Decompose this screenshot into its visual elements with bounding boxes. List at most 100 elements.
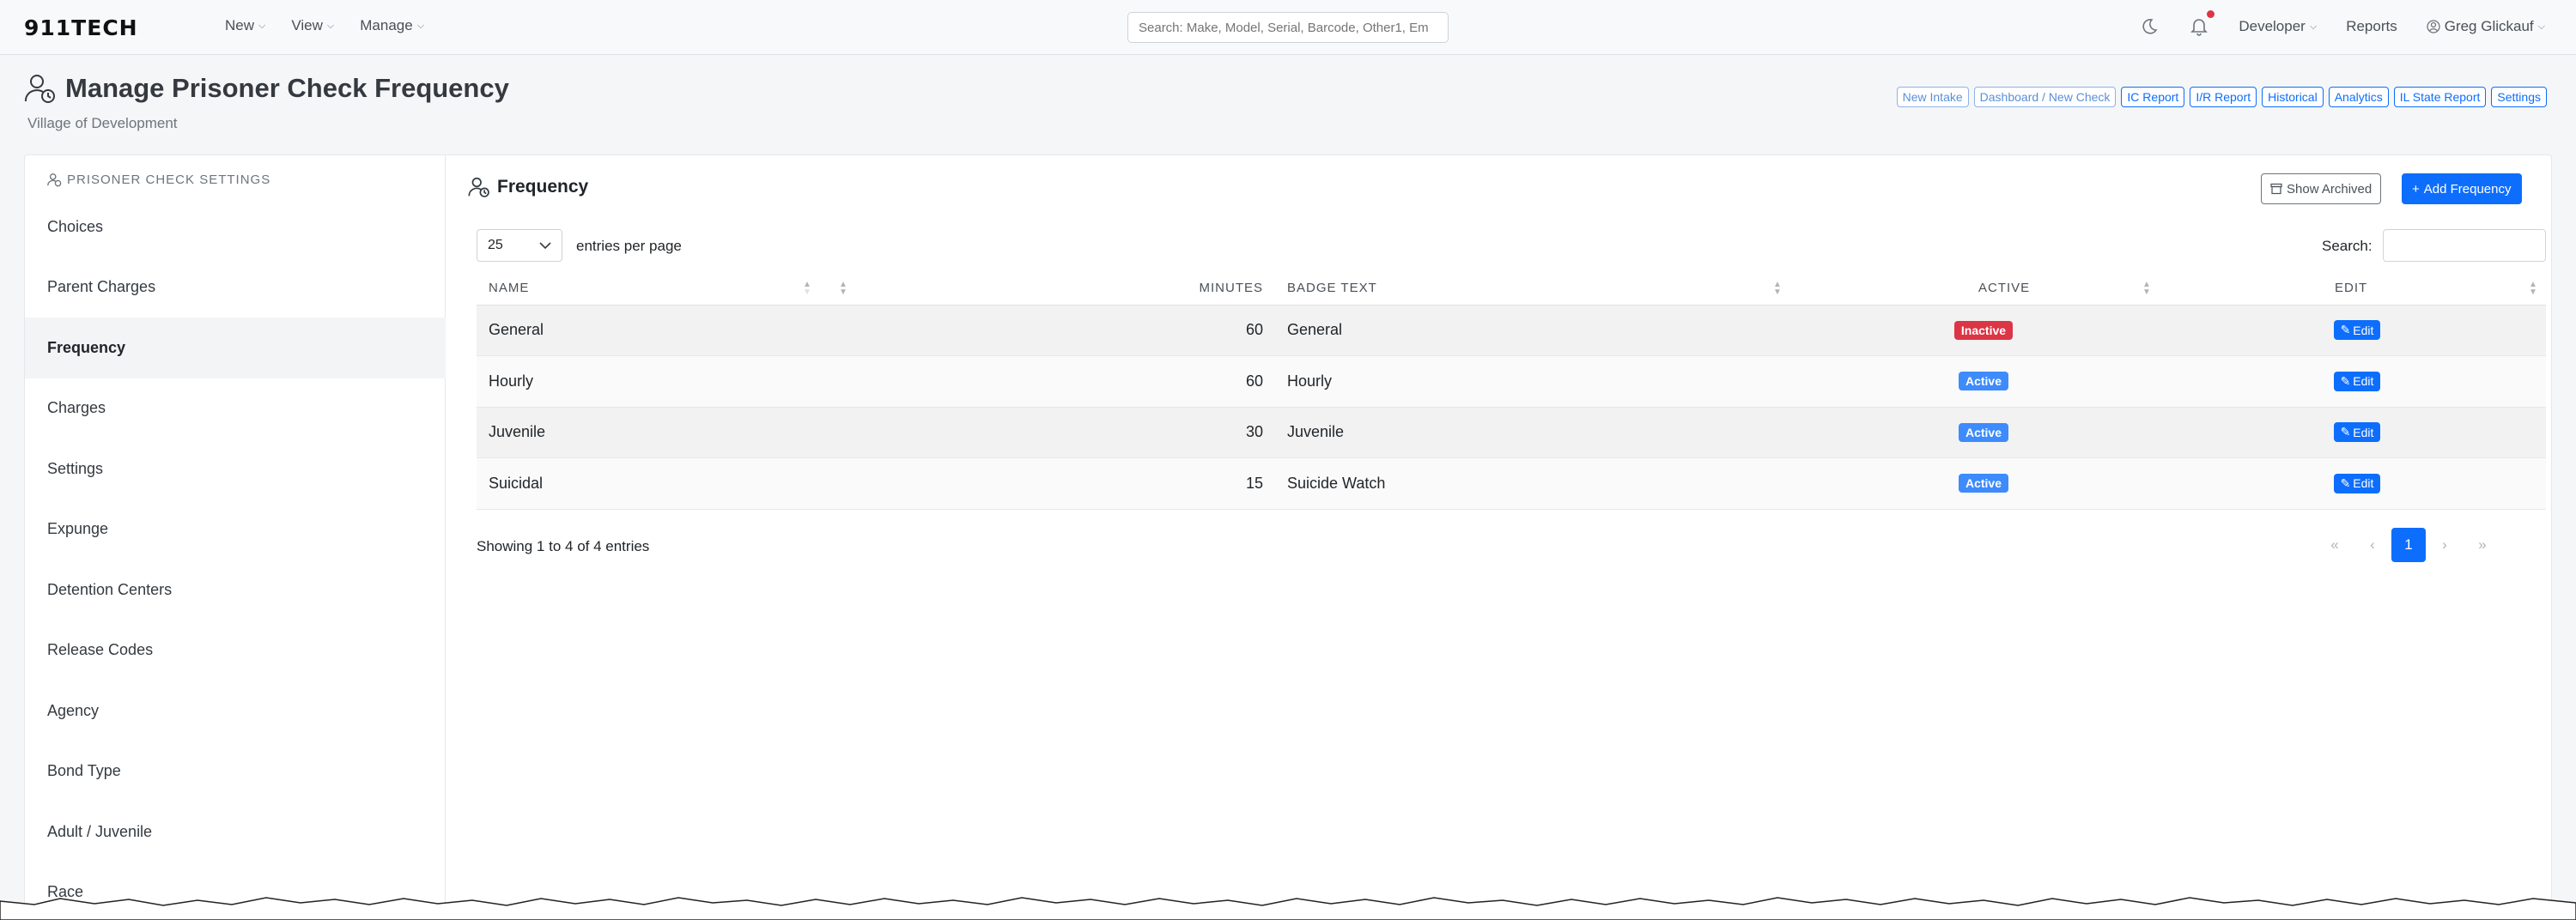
- sidebar-item-frequency[interactable]: Frequency: [25, 318, 446, 378]
- user-name: Greg Glickauf: [2444, 18, 2534, 34]
- edit-button[interactable]: ✎ Edit: [2333, 473, 2381, 493]
- notification-dot: [2207, 10, 2215, 18]
- cell-badge-text: General: [1275, 305, 1799, 356]
- sidebar-item-detention-centers[interactable]: Detention Centers: [25, 560, 446, 620]
- nav-new-label: New: [225, 17, 255, 33]
- il-state-report-link[interactable]: IL State Report: [2393, 87, 2487, 107]
- page-length-value: 25: [488, 238, 503, 252]
- column-header-edit[interactable]: Edit ▲ ▼: [2168, 272, 2546, 306]
- table-search-input[interactable]: [2383, 229, 2546, 262]
- dashboard-link[interactable]: Dashboard / New Check: [1973, 87, 2117, 107]
- add-frequency-button[interactable]: + Add Frequency: [2402, 173, 2522, 204]
- cell-badge-text: Suicide Watch: [1275, 457, 1799, 510]
- table-row: Juvenile 30 Juvenile Active ✎ Edit: [477, 407, 2546, 458]
- sidebar-item-release-codes[interactable]: Release Codes: [25, 620, 446, 681]
- main-panel: Frequency Show Archived + Add Frequency …: [446, 155, 2553, 920]
- top-navbar: 911TECH New⌵ View⌵ Manage⌵ Developer⌵ Re…: [0, 0, 2576, 55]
- show-archived-label: Show Archived: [2287, 181, 2372, 197]
- sort-icon: ▲ ▼: [2529, 280, 2538, 297]
- sidebar-item-adult-juvenile[interactable]: Adult / Juvenile: [25, 802, 446, 862]
- sidebar-item-parent-charges[interactable]: Parent Charges: [25, 257, 446, 318]
- user-clock-icon: [468, 177, 489, 197]
- archive-icon: [2270, 183, 2282, 195]
- settings-sidebar: Prisoner Check Settings Choices Parent C…: [25, 155, 446, 920]
- table-row: General 60 General Inactive ✎ Edit: [477, 305, 2546, 356]
- section-title: Frequency: [468, 176, 588, 198]
- cell-name: General: [477, 305, 846, 356]
- sidebar-heading: Prisoner Check Settings: [47, 172, 270, 187]
- brand-logo[interactable]: 911TECH: [24, 15, 138, 40]
- pencil-icon: ✎: [2340, 323, 2351, 337]
- quick-links: New Intake Dashboard / New Check IC Repo…: [1896, 87, 2547, 107]
- pencil-icon: ✎: [2340, 373, 2351, 388]
- edit-button[interactable]: ✎ Edit: [2333, 371, 2381, 391]
- column-header-minutes[interactable]: Minutes: [846, 272, 1275, 306]
- page-length-select[interactable]: 25: [477, 229, 562, 262]
- frequency-table: Name ▲ ▼ ▲ ▼ Minutes Badge Text ▲ ▼ Active ▲ ▼ E…: [477, 272, 2546, 510]
- table-info: Showing 1 to 4 of 4 entries: [477, 538, 650, 554]
- cell-badge-text: Juvenile: [1275, 407, 1799, 458]
- sidebar-item-expunge[interactable]: Expunge: [25, 499, 446, 560]
- settings-link[interactable]: Settings: [2491, 87, 2547, 107]
- column-header-badge-text[interactable]: Badge Text ▲ ▼: [1275, 272, 1799, 306]
- sidebar-item-agency[interactable]: Agency: [25, 681, 446, 741]
- cell-minutes: 15: [846, 457, 1275, 510]
- cell-minutes: 60: [846, 355, 1275, 408]
- edit-button[interactable]: ✎ Edit: [2333, 320, 2381, 341]
- analytics-link[interactable]: Analytics: [2328, 87, 2389, 107]
- global-search-input[interactable]: [1127, 12, 1449, 43]
- entries-per-page-label: entries per page: [576, 238, 682, 254]
- nav-view-menu[interactable]: View ⌵: [291, 17, 334, 34]
- cell-name: Hourly: [477, 355, 846, 408]
- nav-new-menu[interactable]: New ⌵: [225, 17, 265, 34]
- developer-menu[interactable]: Developer ⌵: [2239, 18, 2317, 35]
- sort-asc-icon: ▲ ▼: [803, 280, 812, 297]
- new-intake-link[interactable]: New Intake: [1896, 87, 1969, 107]
- page-subtitle: Village of Development: [27, 115, 178, 131]
- chevron-down-icon: ⌵: [258, 20, 266, 31]
- pager-next-button[interactable]: ›: [2426, 528, 2464, 562]
- ir-report-link[interactable]: I/R Report: [2190, 87, 2257, 107]
- historical-link[interactable]: Historical: [2262, 87, 2324, 107]
- chevron-down-icon: [539, 241, 551, 249]
- edit-button[interactable]: ✎ Edit: [2333, 422, 2381, 443]
- cell-name: Suicidal: [477, 457, 846, 510]
- add-frequency-label: Add Frequency: [2423, 181, 2512, 197]
- show-archived-button[interactable]: Show Archived: [2261, 173, 2382, 204]
- table-row: Suicidal 15 Suicide Watch Active ✎ Edit: [477, 457, 2546, 510]
- table-row: Hourly 60 Hourly Active ✎ Edit: [477, 355, 2546, 408]
- pager-prev-button[interactable]: ‹: [2354, 528, 2391, 562]
- sidebar-item-settings[interactable]: Settings: [25, 439, 446, 499]
- sidebar-item-choices[interactable]: Choices: [25, 197, 446, 257]
- chevron-down-icon: ⌵: [2309, 21, 2318, 32]
- plus-icon: +: [2412, 181, 2420, 197]
- column-header-active[interactable]: Active ▲ ▼: [1799, 272, 2168, 306]
- user-icon: [2427, 20, 2440, 33]
- pagination: « ‹ 1 › »: [2316, 528, 2501, 562]
- cell-name: Juvenile: [477, 407, 846, 458]
- dark-mode-icon[interactable]: [2139, 15, 2160, 38]
- pager-last-button[interactable]: »: [2464, 528, 2501, 562]
- nav-manage-menu[interactable]: Manage ⌵: [360, 17, 424, 34]
- sort-icon: ▲ ▼: [2142, 280, 2152, 297]
- pager-page-1-button[interactable]: 1: [2391, 528, 2426, 562]
- column-header-name[interactable]: Name ▲ ▼ ▲ ▼: [477, 272, 848, 306]
- table-header-row: Name ▲ ▼ ▲ ▼ Minutes Badge Text ▲ ▼ Active ▲ ▼ E…: [477, 272, 2546, 306]
- sidebar-item-bond-type[interactable]: Bond Type: [25, 741, 446, 802]
- cell-badge-text: Hourly: [1275, 355, 1799, 408]
- settings-card: Prisoner Check Settings Choices Parent C…: [24, 154, 2552, 920]
- sidebar-item-charges[interactable]: Charges: [25, 378, 446, 439]
- bell-icon[interactable]: [2189, 10, 2215, 38]
- user-clock-icon: [24, 75, 55, 103]
- cell-minutes: 60: [846, 305, 1275, 356]
- sidebar-list: Choices Parent Charges Frequency Charges…: [25, 197, 446, 920]
- nav-manage-label: Manage: [360, 17, 413, 33]
- section-title-label: Frequency: [497, 177, 589, 197]
- reports-link[interactable]: Reports: [2346, 18, 2397, 35]
- nav-view-label: View: [291, 17, 323, 33]
- pager-first-button[interactable]: «: [2316, 528, 2354, 562]
- status-badge: Inactive: [1953, 320, 2014, 340]
- user-menu[interactable]: Greg Glickauf ⌵: [2427, 18, 2545, 35]
- ic-report-link[interactable]: IC Report: [2121, 87, 2185, 107]
- chevron-down-icon: ⌵: [416, 20, 425, 31]
